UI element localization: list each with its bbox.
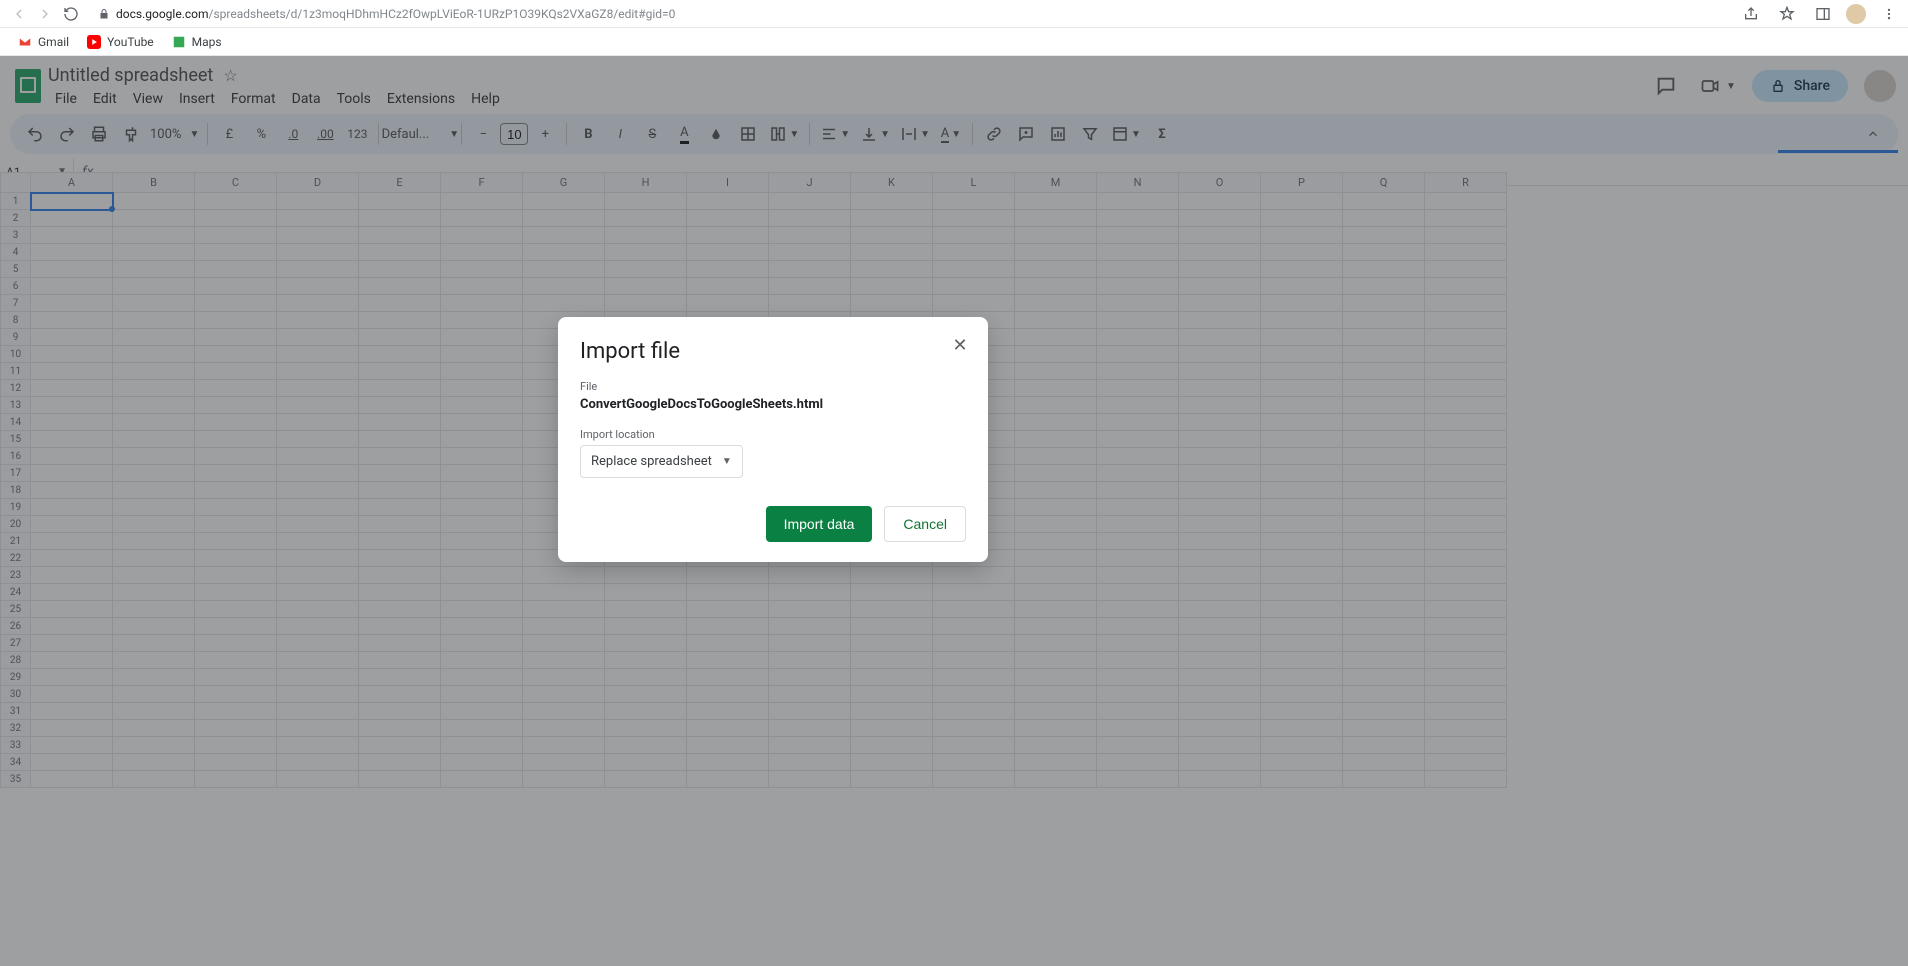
chevron-down-icon: ▼: [722, 456, 732, 467]
close-button[interactable]: ✕: [946, 331, 974, 359]
youtube-icon: [87, 35, 101, 49]
forward-button: [32, 1, 58, 27]
reload-button[interactable]: [58, 1, 84, 27]
import-location-label: Import location: [580, 428, 966, 441]
import-data-button[interactable]: Import data: [766, 506, 873, 542]
import-file-dialog: ✕ Import file File ConvertGoogleDocsToGo…: [558, 317, 988, 562]
bookmark-star-icon[interactable]: [1774, 1, 1800, 27]
file-name: ConvertGoogleDocsToGoogleSheets.html: [580, 397, 966, 412]
bookmarks-bar: Gmail YouTube Maps: [0, 28, 1908, 56]
browser-bar: docs.google.com/spreadsheets/d/1z3moqHDh…: [0, 0, 1908, 28]
bookmark-label: YouTube: [107, 35, 154, 49]
lock-icon: [98, 8, 110, 20]
cancel-button[interactable]: Cancel: [884, 506, 966, 542]
import-location-dropdown[interactable]: Replace spreadsheet ▼: [580, 445, 743, 478]
bookmark-label: Gmail: [38, 35, 69, 49]
url-text: docs.google.com/spreadsheets/d/1z3moqHDh…: [116, 7, 675, 21]
bookmark-maps[interactable]: Maps: [172, 35, 222, 49]
dropdown-value: Replace spreadsheet: [591, 454, 712, 469]
profile-avatar-small[interactable]: [1846, 4, 1866, 24]
url-bar[interactable]: docs.google.com/spreadsheets/d/1z3moqHDh…: [90, 3, 1724, 25]
bookmark-label: Maps: [192, 35, 222, 49]
gmail-icon: [18, 35, 32, 49]
dialog-title: Import file: [580, 339, 966, 364]
back-button: [6, 1, 32, 27]
browser-menu-icon[interactable]: [1876, 1, 1902, 27]
bookmark-youtube[interactable]: YouTube: [87, 35, 154, 49]
file-label: File: [580, 380, 966, 393]
maps-icon: [172, 35, 186, 49]
panel-icon[interactable]: [1810, 1, 1836, 27]
share-url-icon[interactable]: [1738, 1, 1764, 27]
bookmark-gmail[interactable]: Gmail: [18, 35, 69, 49]
